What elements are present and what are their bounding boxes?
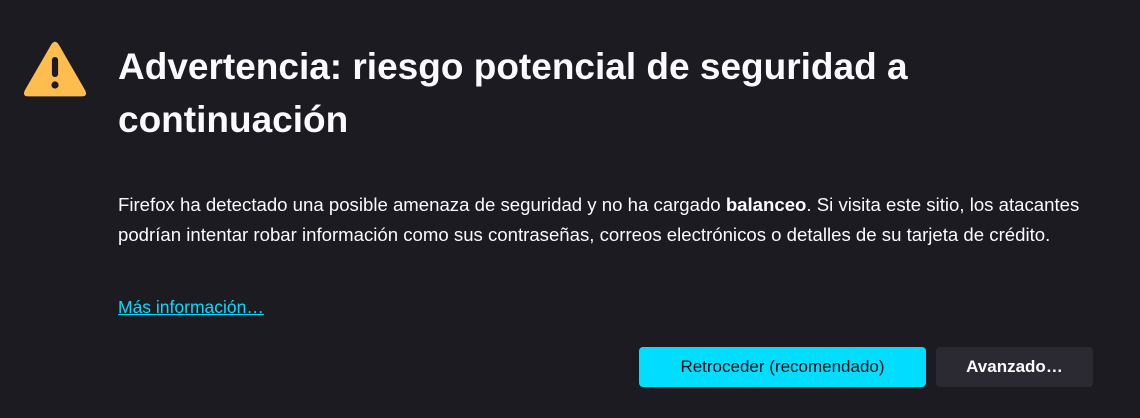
error-description: Firefox ha detectado una posible amenaza… bbox=[118, 190, 1108, 250]
page-title: Advertencia: riesgo potencial de segurid… bbox=[118, 46, 908, 140]
go-back-button[interactable]: Retroceder (recomendado) bbox=[639, 347, 926, 387]
site-name: balanceo bbox=[725, 194, 807, 215]
description-text-before: Firefox ha detectado una posible amenaza… bbox=[118, 194, 726, 215]
warning-icon bbox=[23, 41, 87, 97]
advanced-button[interactable]: Avanzado… bbox=[936, 347, 1093, 387]
learn-more-link[interactable]: Más información… bbox=[118, 294, 264, 320]
